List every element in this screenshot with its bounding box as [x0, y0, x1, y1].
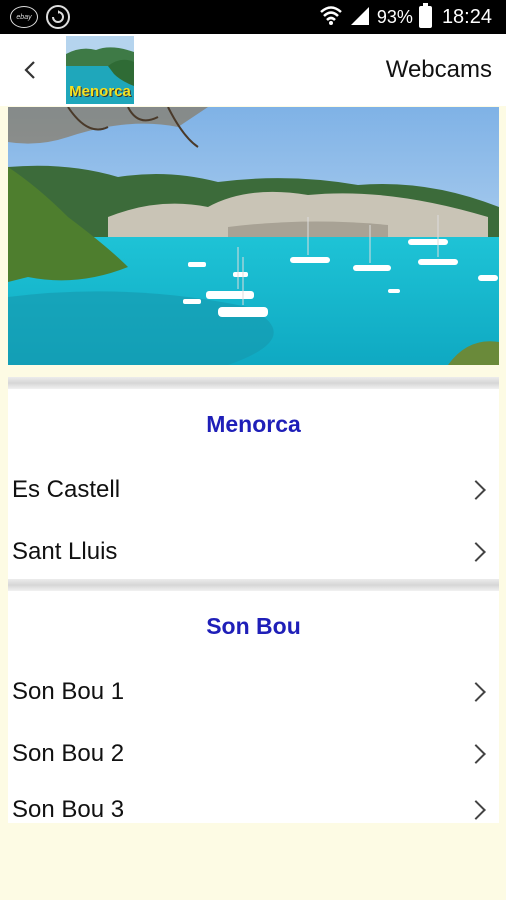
list-item-es-castell[interactable]: Es Castell — [8, 459, 499, 521]
app-bar: Menorca Webcams — [0, 34, 506, 106]
section-divider — [8, 377, 499, 389]
section-son-bou: Son Bou Son Bou 1 Son Bou 2 Son Bou 3 — [8, 591, 499, 823]
chevron-right-icon — [466, 800, 486, 820]
clock: 18:24 — [441, 5, 492, 28]
section-header: Son Bou — [206, 612, 301, 639]
chevron-right-icon — [466, 480, 486, 500]
list-item-label: Es Castell — [12, 476, 121, 503]
list-item-label: Son Bou 3 — [12, 796, 125, 823]
sync-notification-icon — [46, 5, 70, 29]
back-button[interactable] — [0, 34, 60, 106]
status-bar: ebay 93% 18:24 — [0, 0, 506, 34]
page-title: Webcams — [385, 56, 492, 83]
list-item-label: Son Bou 2 — [12, 740, 125, 767]
list-item-son-bou-1[interactable]: Son Bou 1 — [8, 661, 499, 723]
section-header: Menorca — [206, 410, 301, 437]
app-logo: Menorca — [66, 36, 134, 104]
battery-percent: 93% — [376, 6, 413, 27]
list-item-sant-lluis[interactable]: Sant Lluis — [8, 521, 499, 583]
chevron-right-icon — [466, 744, 486, 764]
section-menorca: Menorca Es Castell Sant Lluis — [8, 389, 499, 579]
chevron-left-icon — [24, 61, 35, 79]
signal-icon — [349, 5, 371, 30]
battery-icon — [418, 3, 432, 28]
chevron-right-icon — [466, 542, 486, 562]
list-item-son-bou-3[interactable]: Son Bou 3 — [8, 785, 499, 835]
list-item-label: Son Bou 1 — [12, 678, 125, 705]
list-item-son-bou-2[interactable]: Son Bou 2 — [8, 723, 499, 785]
chevron-right-icon — [466, 682, 486, 702]
logo-text: Menorca — [69, 83, 131, 100]
wifi-icon — [319, 5, 343, 30]
list-item-label: Sant Lluis — [12, 538, 118, 565]
ebay-notification-icon: ebay — [10, 6, 38, 28]
section-divider — [8, 579, 499, 591]
hero-image — [8, 107, 499, 365]
